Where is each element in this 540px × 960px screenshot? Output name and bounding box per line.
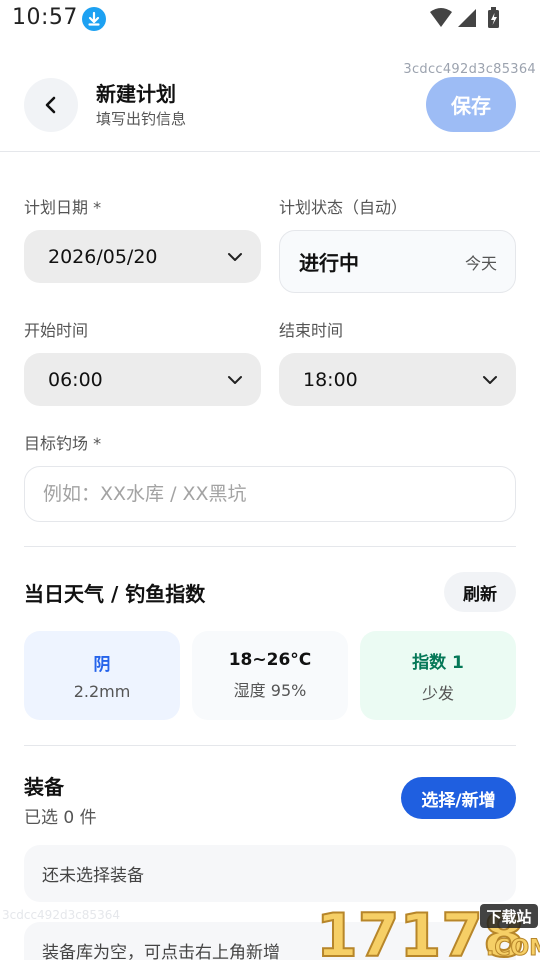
status-label: 计划状态（自动） [279, 198, 408, 217]
weather-humidity: 湿度 95% [233, 681, 307, 700]
end-time-value: 18:00 [303, 368, 358, 391]
header-divider [0, 151, 540, 152]
start-time-value: 06:00 [48, 368, 103, 391]
record-hash: 3cdcc492d3c85364 [403, 62, 536, 77]
spot-label: 目标钓场 * [24, 434, 102, 453]
page-subtitle: 填写出钓信息 [96, 110, 187, 128]
section-divider [24, 546, 516, 547]
end-time-select[interactable]: 18:00 [279, 353, 516, 406]
chevron-down-icon [228, 375, 242, 384]
status-bar: 10:57 [0, 0, 540, 38]
signal-icon [458, 9, 476, 27]
watermark-suffix: .COM [486, 936, 540, 960]
weather-precip: 2.2mm [73, 682, 131, 701]
chevron-down-icon [483, 375, 497, 384]
weather-card-condition: 阴 2.2mm [24, 631, 180, 720]
weather-card-fishing-index: 指数 1 少发 [360, 631, 516, 720]
fishing-index-desc: 少发 [421, 683, 454, 703]
select-add-gear-button[interactable]: 选择/新增 [401, 777, 516, 819]
watermark-logo: 17178 下载站 .COM [315, 898, 540, 960]
spot-input[interactable] [24, 466, 516, 522]
weather-condition: 阴 [93, 655, 111, 675]
start-time-select[interactable]: 06:00 [24, 353, 261, 406]
date-select[interactable]: 2026/05/20 [24, 230, 261, 283]
save-button[interactable]: 保存 [426, 77, 516, 132]
gear-section-title: 装备 [24, 775, 64, 799]
gear-count: 已选 0 件 [24, 808, 97, 828]
chevron-down-icon [228, 252, 242, 261]
end-time-label: 结束时间 [279, 321, 344, 340]
date-label: 计划日期 * [24, 198, 102, 217]
start-time-label: 开始时间 [24, 321, 89, 340]
section-divider [24, 745, 516, 746]
ghost-hash: 3cdcc492d3c85364 [2, 908, 120, 922]
page-title: 新建计划 [96, 82, 176, 106]
refresh-button[interactable]: 刷新 [444, 572, 516, 612]
weather-section-title: 当日天气 / 钓鱼指数 [24, 582, 206, 606]
wifi-icon [430, 8, 452, 27]
status-time: 10:57 [12, 5, 78, 30]
weather-card-temperature: 18~26°C 湿度 95% [192, 631, 348, 720]
weather-temperature: 18~26°C [228, 650, 312, 670]
plan-status-field: 进行中 今天 [279, 230, 516, 293]
status-icons [430, 7, 504, 29]
fishing-index: 指数 1 [412, 652, 464, 673]
download-icon [82, 7, 106, 31]
chevron-left-icon [45, 96, 56, 114]
date-value: 2026/05/20 [48, 245, 158, 268]
battery-charging-icon [488, 7, 499, 28]
back-button[interactable] [24, 78, 78, 132]
selected-gear-empty: 还未选择装备 [24, 845, 516, 902]
plan-status-tag: 今天 [464, 253, 497, 273]
watermark-badge: 下载站 [486, 908, 531, 926]
plan-status-value: 进行中 [299, 251, 359, 275]
